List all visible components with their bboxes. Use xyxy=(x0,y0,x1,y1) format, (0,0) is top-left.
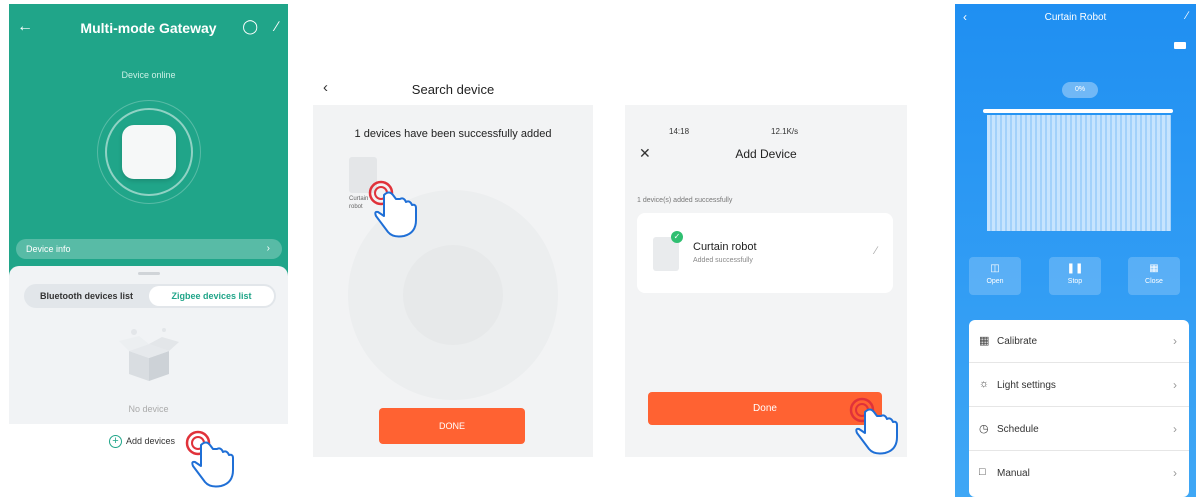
pause-icon: ❚❚ xyxy=(1066,263,1084,274)
search-header: ‹ Search device xyxy=(313,75,593,105)
menu-item-schedule[interactable]: ◷ Schedule › xyxy=(969,408,1189,451)
curtain-robot-screen: ‹ Curtain Robot ∕ 0% ◫ Open ❚❚ Stop ▦ Cl… xyxy=(955,4,1196,497)
sun-icon: ☼ xyxy=(979,378,990,390)
plus-circle-icon: + xyxy=(109,435,122,448)
add-devices-label: Add devices xyxy=(126,435,176,446)
radar-inner xyxy=(403,245,503,345)
search-screen: 1 devices have been successfully added C… xyxy=(313,105,593,457)
close-button[interactable]: ▦ Close xyxy=(1128,257,1180,295)
add-devices-button[interactable]: + Add devices xyxy=(109,435,175,448)
chevron-right-icon: › xyxy=(1173,378,1177,392)
curtain-close-icon: ▦ xyxy=(1149,263,1159,274)
device-info-label: Device info xyxy=(26,244,71,254)
open-label: Open xyxy=(986,278,1004,285)
menu-item-label: Manual xyxy=(997,468,1030,479)
manual-icon: □ xyxy=(979,466,986,478)
edit-icon[interactable]: ∕ xyxy=(276,18,278,34)
curtain-visual[interactable] xyxy=(987,115,1171,231)
sheet-handle[interactable] xyxy=(138,272,160,275)
device-info-button[interactable]: Device info › xyxy=(16,239,282,259)
search-result-message: 1 devices have been successfully added xyxy=(354,128,552,140)
clock-icon: ◷ xyxy=(979,423,989,435)
add-device-screen: 14:18 12.1K/s ✕ Add Device 1 device(s) a… xyxy=(625,105,907,457)
curtain-title: Curtain Robot xyxy=(1044,12,1107,23)
chevron-right-icon: › xyxy=(1173,422,1177,436)
menu-item-light-settings[interactable]: ☼ Light settings › xyxy=(969,364,1189,407)
curtain-rod xyxy=(983,109,1173,113)
device-name: Curtain robot xyxy=(693,241,757,253)
calibrate-icon: ▦ xyxy=(979,335,990,347)
empty-box-icon xyxy=(119,328,179,381)
edit-icon[interactable]: ∕ xyxy=(1186,10,1188,22)
menu-item-manual[interactable]: □ Manual › xyxy=(969,452,1189,495)
device-added-status: Added successfully xyxy=(693,257,753,264)
shield-icon[interactable]: ◯ xyxy=(242,18,258,35)
device-list-tabs: Bluetooth devices list Zigbee devices li… xyxy=(24,284,276,308)
check-circle-icon: ✓ xyxy=(671,231,683,243)
tab-zigbee[interactable]: Zigbee devices list xyxy=(149,286,274,306)
empty-state-text: No device xyxy=(128,404,169,414)
tap-hand-icon xyxy=(185,430,234,488)
gateway-screen: ← Multi-mode Gateway ◯ ∕ Device online D… xyxy=(9,4,288,424)
add-device-title: Add Device xyxy=(735,147,797,161)
close-label: Close xyxy=(1145,278,1163,285)
menu-item-calibrate[interactable]: ▦ Calibrate › xyxy=(969,320,1189,363)
curtain-percent-badge: 0% xyxy=(1062,82,1098,98)
added-device-card[interactable]: ✓ Curtain robot Added successfully ∕ xyxy=(637,213,893,293)
menu-item-label: Schedule xyxy=(997,424,1039,435)
added-count-text: 1 device(s) added successfully xyxy=(637,197,733,204)
gateway-device-image xyxy=(122,125,176,179)
found-device-label: Curtain robot xyxy=(349,196,369,210)
chevron-right-icon: › xyxy=(1173,334,1177,348)
status-network-speed: 12.1K/s xyxy=(771,127,799,136)
menu-item-label: Calibrate xyxy=(997,336,1038,347)
settings-menu: ▦ Calibrate › ☼ Light settings › ◷ Sched… xyxy=(969,320,1189,497)
stop-button[interactable]: ❚❚ Stop xyxy=(1049,257,1101,295)
search-done-button[interactable]: DONE xyxy=(379,408,525,444)
chevron-right-icon: › xyxy=(266,243,270,254)
stop-label: Stop xyxy=(1067,278,1083,285)
device-status: Device online xyxy=(121,70,176,80)
chevron-right-icon: › xyxy=(1173,466,1177,480)
found-device-thumbnail[interactable] xyxy=(349,157,377,193)
add-device-done-button[interactable]: Done xyxy=(648,392,882,425)
edit-icon[interactable]: ∕ xyxy=(875,245,877,257)
curtain-open-icon: ◫ xyxy=(990,263,1000,274)
status-time: 14:18 xyxy=(669,127,690,136)
search-title: Search device xyxy=(411,82,495,97)
open-button[interactable]: ◫ Open xyxy=(969,257,1021,295)
tab-bluetooth[interactable]: Bluetooth devices list xyxy=(24,284,149,308)
menu-item-label: Light settings xyxy=(997,380,1056,391)
gateway-topbar: ← Multi-mode Gateway ◯ ∕ xyxy=(9,4,288,50)
battery-icon xyxy=(1174,42,1186,49)
